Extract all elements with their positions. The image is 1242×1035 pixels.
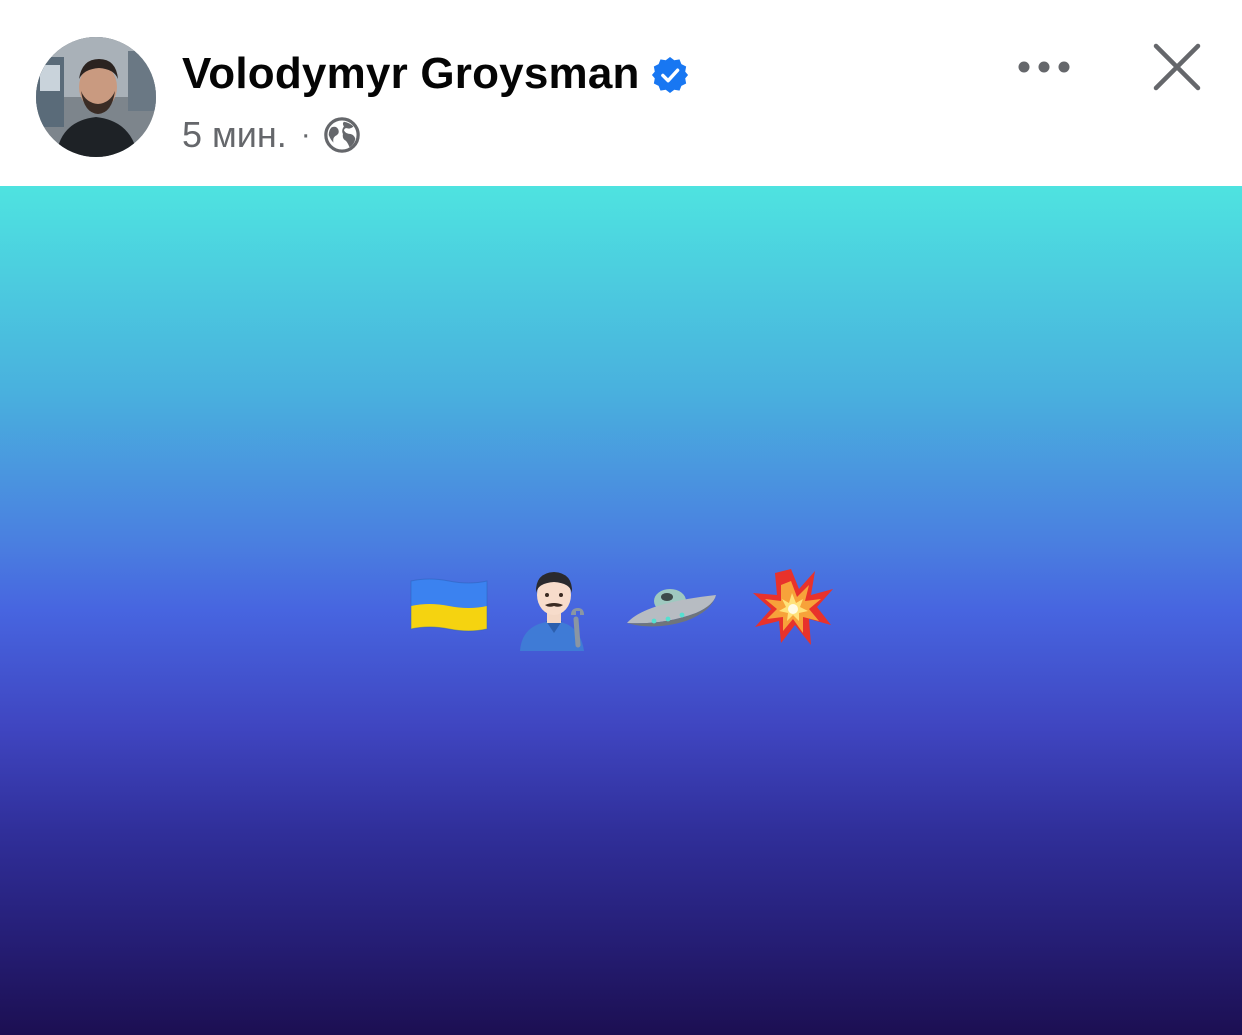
meta-separator: ·: [300, 118, 311, 151]
man-mechanic-icon: [520, 572, 584, 651]
post-timestamp[interactable]: 5 мин.: [182, 114, 287, 156]
post-content-background: [0, 186, 1242, 1035]
more-horizontal-icon[interactable]: [1014, 52, 1074, 82]
author-name[interactable]: Volodymyr Groysman: [182, 46, 640, 102]
globe-icon[interactable]: [323, 116, 361, 154]
close-icon[interactable]: [1150, 40, 1204, 94]
verified-badge-icon: [651, 56, 689, 94]
post-meta: 5 мин. ·: [182, 112, 361, 158]
collision-icon: [753, 569, 833, 645]
author-avatar[interactable]: [36, 37, 156, 157]
ukraine-flag-icon: [410, 578, 488, 632]
post-viewer: Volodymyr Groysman 5 мин. ·: [0, 0, 1242, 1035]
post-header: Volodymyr Groysman 5 мин. ·: [0, 0, 1242, 186]
flying-saucer-icon: [627, 589, 716, 627]
emoji-row: [0, 563, 1242, 653]
